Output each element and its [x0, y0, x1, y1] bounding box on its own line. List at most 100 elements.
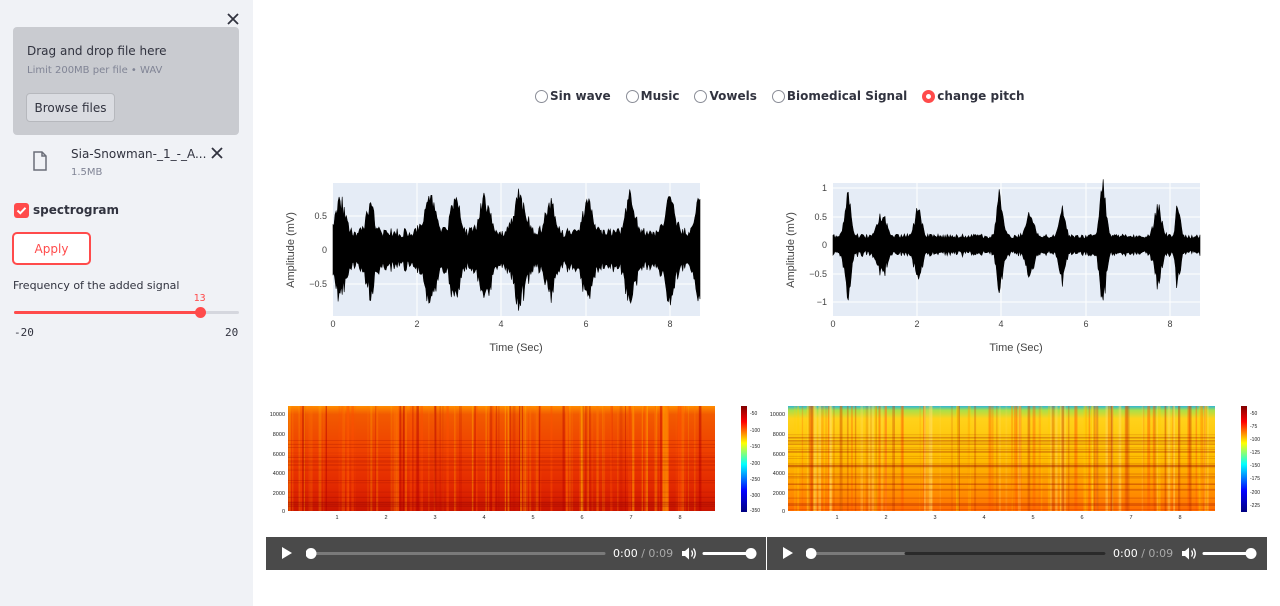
y-tick: 10000	[770, 412, 785, 418]
progress-thumb[interactable]	[306, 548, 317, 559]
y-tick: −0.5	[309, 279, 327, 289]
x-tick: 4	[498, 319, 503, 329]
volume-thumb[interactable]	[745, 548, 757, 559]
frequency-slider-label: Frequency of the added signal	[13, 279, 180, 292]
x-tick: 6	[1080, 515, 1083, 521]
colorbar-tick: -225	[1250, 503, 1260, 509]
frequency-slider-value: 13	[193, 293, 206, 304]
radio-circle-selected	[922, 89, 936, 103]
colorbar-tick: -50	[1250, 411, 1257, 417]
frequency-slider-thumb[interactable]	[194, 307, 206, 318]
signal-type-radio-group: Sin wave Music Vowels Biomedical Signal …	[535, 89, 1025, 103]
colorbar-tick: -200	[750, 461, 760, 467]
x-tick: 6	[580, 515, 583, 521]
radio-circle	[694, 89, 708, 103]
x-tick: 1	[835, 515, 838, 521]
y-tick: 0.5	[814, 212, 827, 222]
original-spectrogram: 10000 8000 6000 4000 2000 0 1 2 3 4 5 6 …	[270, 406, 760, 521]
volume-icon[interactable]	[681, 546, 697, 561]
y-tick: −1	[817, 297, 827, 307]
colorbar-tick: -250	[750, 477, 760, 483]
x-tick: 2	[914, 319, 919, 329]
remove-file-icon[interactable]	[210, 146, 224, 160]
x-tick: 2	[384, 515, 387, 521]
radio-circle	[535, 89, 548, 103]
colorbar-tick: -100	[1250, 437, 1260, 443]
y-tick: 4000	[773, 471, 785, 477]
colorbar-tick: -125	[1250, 450, 1260, 456]
volume-thumb[interactable]	[1245, 548, 1257, 559]
play-icon[interactable]	[782, 546, 794, 560]
radio-change-pitch[interactable]: change pitch	[922, 89, 1025, 103]
radio-vowels[interactable]: Vowels	[694, 89, 757, 103]
radio-biomedical-signal[interactable]: Biomedical Signal	[771, 89, 908, 103]
radio-circle	[625, 89, 639, 103]
radio-circle	[771, 89, 785, 103]
y-tick: 2000	[273, 491, 285, 497]
check-icon	[16, 207, 27, 215]
y-axis-label: Amplitude (mV)	[285, 212, 297, 288]
colorbar	[741, 406, 747, 512]
radio-sin-wave[interactable]: Sin wave	[535, 89, 611, 103]
audio-progress-bar[interactable]	[306, 547, 606, 560]
audio-progress-bar[interactable]	[806, 547, 1106, 560]
x-tick: 5	[1031, 515, 1034, 521]
x-tick: 0	[830, 319, 835, 329]
sidebar: Drag and drop file here Limit 200MB per …	[0, 0, 253, 606]
x-tick: 4	[998, 319, 1003, 329]
x-tick: 3	[933, 515, 936, 521]
modified-signal-plot[interactable]: 1 0.5 0 −0.5 −1 0 2 4 6 8 Time (Sec) Amp…	[770, 178, 1210, 360]
file-dropzone[interactable]: Drag and drop file here Limit 200MB per …	[13, 27, 239, 135]
frequency-slider-max: 20	[225, 326, 239, 339]
spectrogram-checkbox[interactable]	[14, 203, 29, 218]
x-tick: 7	[1129, 515, 1132, 521]
audio-time: 0:00 / 0:09	[1113, 547, 1173, 560]
x-tick: 1	[335, 515, 338, 521]
frequency-slider-fill	[14, 311, 200, 314]
original-signal-plot[interactable]: 0.5 0 −0.5 0 2 4 6 8 Time (Sec) Amplitud…	[270, 178, 710, 360]
colorbar-tick: -150	[750, 444, 760, 450]
x-tick: 2	[884, 515, 887, 521]
play-icon[interactable]	[281, 546, 293, 560]
uploaded-file-name: Sia-Snowman-_1_-_A...	[71, 147, 207, 161]
volume-icon[interactable]	[1181, 546, 1197, 561]
y-tick: 0	[282, 509, 285, 515]
apply-button[interactable]: Apply	[12, 232, 91, 265]
colorbar	[1241, 406, 1247, 512]
y-tick: 8000	[273, 432, 285, 438]
y-tick: 0	[782, 509, 785, 515]
volume-slider[interactable]	[1202, 547, 1258, 560]
uploaded-file-size: 1.5MB	[71, 167, 103, 178]
modified-spectrogram: 10000 8000 6000 4000 2000 0 1 2 3 4 5 6 …	[770, 406, 1260, 521]
y-tick: 0.5	[314, 211, 327, 221]
colorbar-tick: -200	[1250, 490, 1260, 496]
colorbar-tick: -150	[1250, 463, 1260, 469]
y-tick: 10000	[270, 412, 285, 418]
progress-thumb[interactable]	[806, 548, 817, 559]
frequency-slider-min: -20	[14, 326, 34, 339]
duration: / 0:09	[641, 547, 674, 560]
colorbar-tick: -350	[750, 508, 760, 514]
y-tick: 6000	[273, 452, 285, 458]
y-tick: 0	[822, 240, 827, 250]
radio-label: Biomedical Signal	[786, 89, 908, 103]
spectrogram-checkbox-label[interactable]: spectrogram	[33, 203, 119, 217]
x-tick: 4	[482, 515, 485, 521]
y-tick: 8000	[773, 432, 785, 438]
y-tick: 1	[822, 183, 827, 193]
x-tick: 3	[433, 515, 436, 521]
colorbar-tick: -75	[1250, 424, 1257, 430]
volume-slider[interactable]	[702, 547, 758, 560]
audio-player-original: 0:00 / 0:09	[266, 537, 766, 570]
duration: / 0:09	[1141, 547, 1174, 560]
audio-time: 0:00 / 0:09	[613, 547, 673, 560]
x-axis-label: Time (Sec)	[489, 342, 542, 354]
audio-player-modified: 0:00 / 0:09	[767, 537, 1267, 570]
x-tick: 8	[1178, 515, 1181, 521]
current-time: 0:00	[613, 547, 638, 560]
close-icon[interactable]	[225, 11, 241, 27]
radio-music[interactable]: Music	[625, 89, 679, 103]
x-tick: 2	[414, 319, 419, 329]
colorbar-tick: -300	[750, 493, 760, 499]
browse-files-button[interactable]: Browse files	[26, 93, 115, 122]
